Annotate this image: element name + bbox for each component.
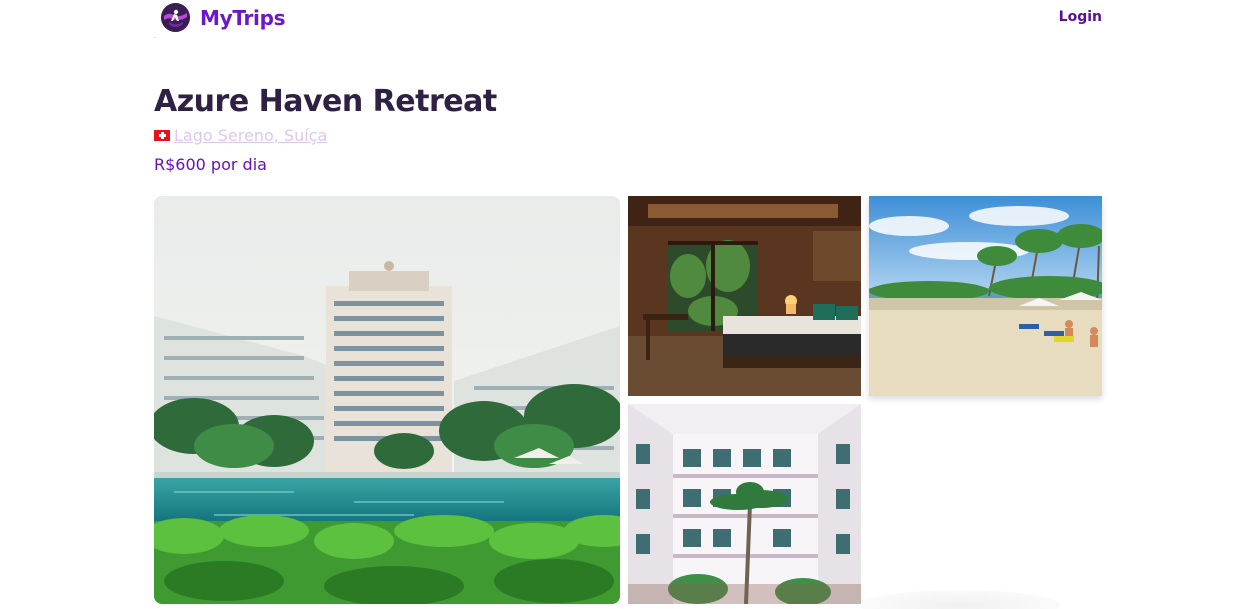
listing-price: R$600 por dia (154, 155, 267, 174)
listing-location: Lago Sereno, Suíça (154, 126, 327, 145)
listing-title: Azure Haven Retreat (154, 84, 497, 119)
bedroom-photo[interactable] (628, 196, 861, 396)
location-link[interactable]: Lago Sereno, Suíça (174, 126, 327, 145)
courtyard-photo[interactable] (628, 404, 861, 604)
brand-logo[interactable]: MyTrips (161, 3, 286, 32)
login-link[interactable]: Login (1059, 9, 1102, 25)
photo-gallery (154, 196, 1102, 604)
globe-traveler-icon (161, 3, 190, 32)
beach-photo[interactable] (869, 196, 1102, 396)
switzerland-flag-icon (154, 130, 170, 141)
resort-pool-photo[interactable] (154, 196, 620, 604)
brand-name: MyTrips (200, 5, 286, 30)
header-divider (154, 37, 156, 38)
top-navbar: MyTrips Login (154, 0, 1102, 38)
